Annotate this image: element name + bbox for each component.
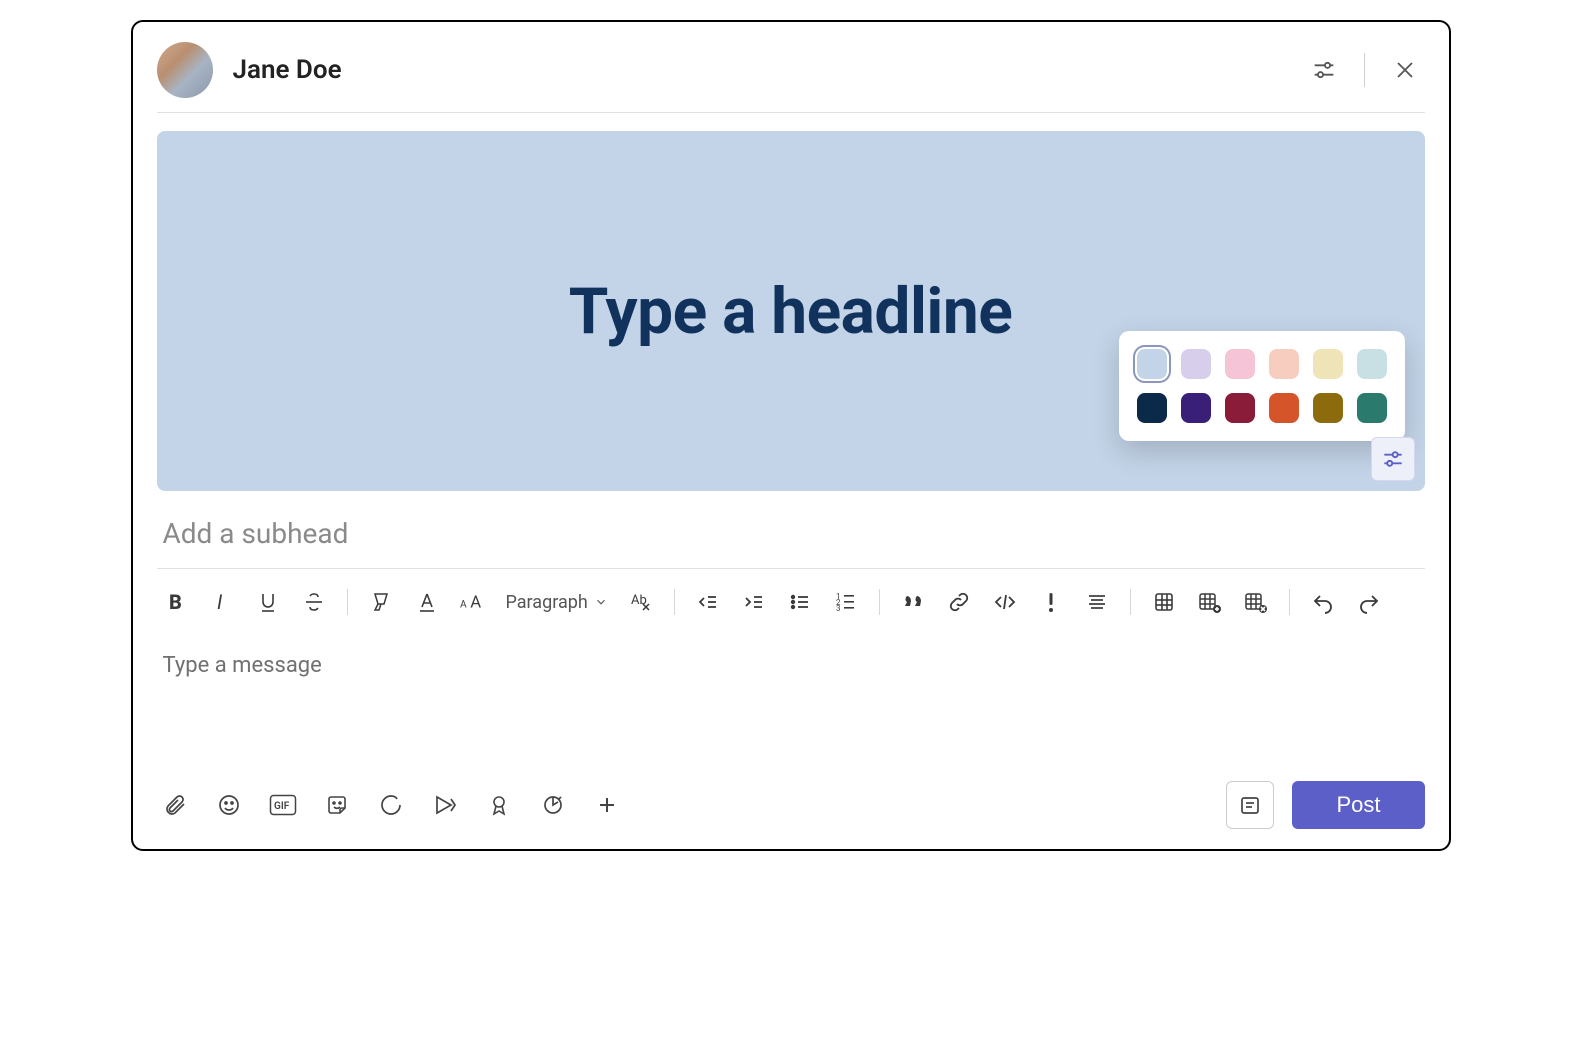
color-swatch[interactable] [1137,349,1167,379]
color-swatch[interactable] [1269,393,1299,423]
color-swatch[interactable] [1181,393,1211,423]
bullet-list-button[interactable] [781,583,819,621]
schedule-send-button[interactable] [1226,781,1274,829]
code-button[interactable] [986,583,1024,621]
color-swatch[interactable] [1225,393,1255,423]
avatar [157,42,213,98]
undo-button[interactable] [1304,583,1342,621]
link-button[interactable] [940,583,978,621]
paragraph-style-dropdown[interactable]: Paragraph [500,592,614,613]
separator [879,589,880,615]
loop-icon[interactable] [373,787,409,823]
numbered-list-button[interactable]: 123 [827,583,865,621]
highlight-button[interactable] [362,583,400,621]
svg-text:A: A [460,600,467,611]
sticker-icon[interactable] [319,787,355,823]
color-swatch[interactable] [1225,349,1255,379]
bold-button[interactable]: B [157,583,195,621]
svg-text:I: I [217,590,223,614]
add-row-button[interactable] [1191,583,1229,621]
approvals-icon[interactable] [481,787,517,823]
divider [1364,53,1365,87]
color-swatch[interactable] [1269,349,1299,379]
color-swatch[interactable] [1137,393,1167,423]
headline-input[interactable]: Type a headline [569,274,1013,349]
italic-button[interactable]: I [203,583,241,621]
banner-settings-icon[interactable] [1371,437,1415,481]
separator [674,589,675,615]
message-input[interactable]: Type a message [157,635,1425,775]
emoji-icon[interactable] [211,787,247,823]
redo-button[interactable] [1350,583,1388,621]
gif-icon[interactable]: GIF [265,787,301,823]
quote-button[interactable] [894,583,932,621]
composer-header: Jane Doe [157,42,1425,113]
separator [1289,589,1290,615]
attach-file-icon[interactable] [157,787,193,823]
author-name: Jane Doe [233,55,342,85]
paragraph-direction-button[interactable] [1078,583,1116,621]
svg-text:3: 3 [836,604,841,613]
separator [1130,589,1131,615]
color-swatch[interactable] [1313,393,1343,423]
delete-row-button[interactable] [1237,583,1275,621]
close-icon[interactable] [1385,50,1425,90]
decrease-indent-button[interactable] [689,583,727,621]
insert-table-button[interactable] [1145,583,1183,621]
viva-icon[interactable] [535,787,571,823]
post-button[interactable]: Post [1292,781,1424,829]
color-swatch[interactable] [1313,349,1343,379]
strikethrough-button[interactable] [295,583,333,621]
stream-icon[interactable] [427,787,463,823]
important-button[interactable] [1032,583,1070,621]
svg-text:GIF: GIF [274,801,290,812]
color-swatch[interactable] [1181,349,1211,379]
announcement-banner-wrap: Type a headline [157,131,1425,491]
font-color-button[interactable] [408,583,446,621]
composer-footer: GIF Post [157,775,1425,829]
more-apps-icon[interactable] [589,787,625,823]
font-size-button[interactable]: AA [454,583,492,621]
clear-formatting-button[interactable]: Ab [622,583,660,621]
post-options-icon[interactable] [1304,50,1344,90]
chevron-down-icon [594,595,608,609]
formatting-toolbar: B I AA Paragraph Ab 123 [157,569,1425,635]
color-palette [1119,331,1405,441]
subhead-input[interactable]: Add a subhead [157,513,1425,569]
paragraph-label: Paragraph [506,592,588,613]
svg-text:B: B [169,590,182,614]
underline-button[interactable] [249,583,287,621]
increase-indent-button[interactable] [735,583,773,621]
conversation-composer: Jane Doe Type a headline [131,20,1451,851]
separator [347,589,348,615]
svg-text:A: A [470,593,481,613]
color-swatch[interactable] [1357,393,1387,423]
header-controls [1304,50,1425,90]
color-swatch[interactable] [1357,349,1387,379]
